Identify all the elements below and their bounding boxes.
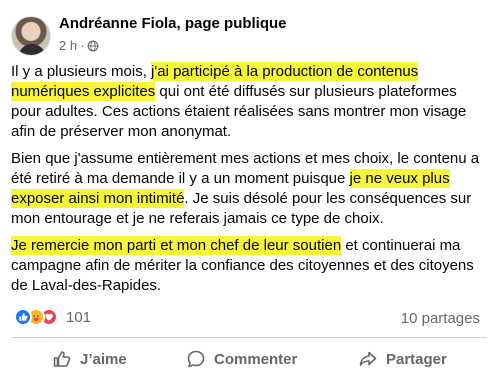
action-divider bbox=[11, 337, 487, 338]
reactions-count: 101 bbox=[66, 308, 92, 326]
like-icon bbox=[14, 308, 32, 326]
reactions-summary[interactable]: 101 bbox=[14, 308, 91, 326]
author-name[interactable]: Andréanne Fiola, page publique bbox=[59, 15, 287, 32]
share-button[interactable]: Partager bbox=[358, 347, 447, 371]
meta-separator: · bbox=[80, 38, 85, 53]
share-icon bbox=[359, 351, 377, 366]
author-avatar[interactable] bbox=[11, 16, 51, 56]
post-paragraph-3: Je remercie mon parti et mon chef de leu… bbox=[11, 236, 486, 296]
post-meta: 2 h · bbox=[59, 38, 99, 53]
shares-count[interactable]: 10 partages bbox=[401, 310, 480, 327]
comment-label: Commenter bbox=[214, 350, 298, 368]
body-text: Il y a plusieurs mois, bbox=[11, 63, 152, 80]
post-paragraph-2: Bien que j'assume entièrement mes action… bbox=[11, 149, 486, 229]
highlighted-text: Je remercie mon parti et mon chef de leu… bbox=[11, 236, 342, 255]
globe-icon bbox=[87, 40, 99, 51]
comment-button[interactable]: Commenter bbox=[186, 347, 297, 371]
share-label: Partager bbox=[386, 350, 447, 368]
post-paragraph-1: Il y a plusieurs mois, j'ai participé à … bbox=[11, 62, 486, 142]
post-time[interactable]: 2 h bbox=[59, 38, 77, 53]
facebook-post: Andréanne Fiola, page publique 2 h · Il … bbox=[0, 0, 498, 381]
like-button[interactable]: J’aime bbox=[52, 347, 127, 371]
comment-icon bbox=[187, 350, 205, 368]
thumbs-up-icon bbox=[53, 351, 71, 367]
like-label: J’aime bbox=[80, 350, 127, 368]
avatar-shoulders bbox=[18, 44, 46, 55]
